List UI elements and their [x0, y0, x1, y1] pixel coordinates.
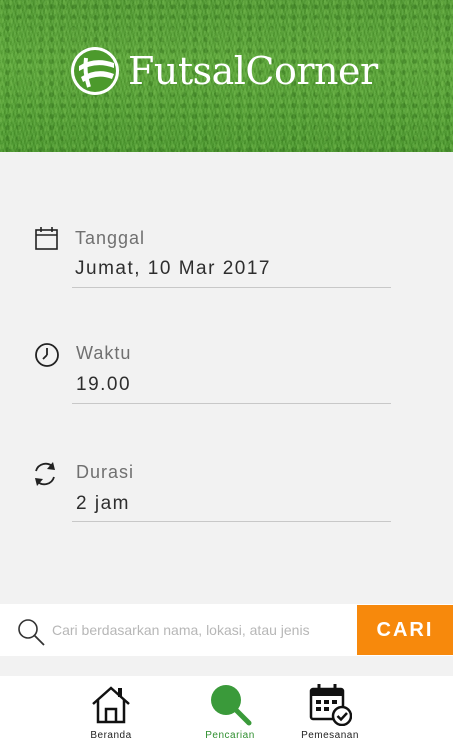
duration-label: Durasi [76, 462, 135, 482]
search-icon [211, 685, 252, 726]
search-input[interactable] [52, 616, 350, 644]
nav-item-pencarian[interactable]: Pencarian [190, 676, 270, 747]
clock-icon [35, 343, 59, 367]
date-label: Tanggal [75, 228, 146, 248]
duration-field[interactable]: Durasi 2 jam [0, 457, 453, 527]
date-field[interactable]: Tanggal Jumat, 10 Mar 2017 [0, 222, 453, 292]
home-icon [92, 686, 130, 724]
nav-label-pencarian: Pencarian [205, 730, 255, 741]
date-underline [72, 287, 391, 288]
nav-item-pemesanan[interactable]: Pemesanan [290, 676, 370, 747]
app-logo: FutsalCorner [70, 45, 378, 97]
search-button[interactable]: CARI [357, 605, 453, 655]
search-icon [18, 619, 45, 646]
duration-underline [72, 521, 391, 522]
refresh-cycle-icon [35, 462, 55, 486]
bottom-navigation: Beranda Pencarian Pemesanan [0, 676, 453, 747]
time-value[interactable]: 19.00 [76, 374, 131, 396]
time-underline [72, 403, 391, 404]
futsal-ball-logo-icon [71, 47, 119, 95]
time-field[interactable]: Waktu 19.00 [0, 338, 453, 408]
calendar-check-icon [309, 684, 352, 726]
header-banner: FutsalCorner [0, 0, 453, 152]
time-label: Waktu [76, 343, 132, 363]
calendar-icon [35, 227, 58, 250]
nav-item-beranda[interactable]: Beranda [71, 676, 151, 747]
nav-label-pemesanan: Pemesanan [301, 730, 359, 741]
brand-name: FutsalCorner [128, 49, 378, 93]
nav-label-beranda: Beranda [90, 730, 132, 741]
date-value[interactable]: Jumat, 10 Mar 2017 [75, 258, 271, 280]
duration-value[interactable]: 2 jam [76, 493, 130, 515]
